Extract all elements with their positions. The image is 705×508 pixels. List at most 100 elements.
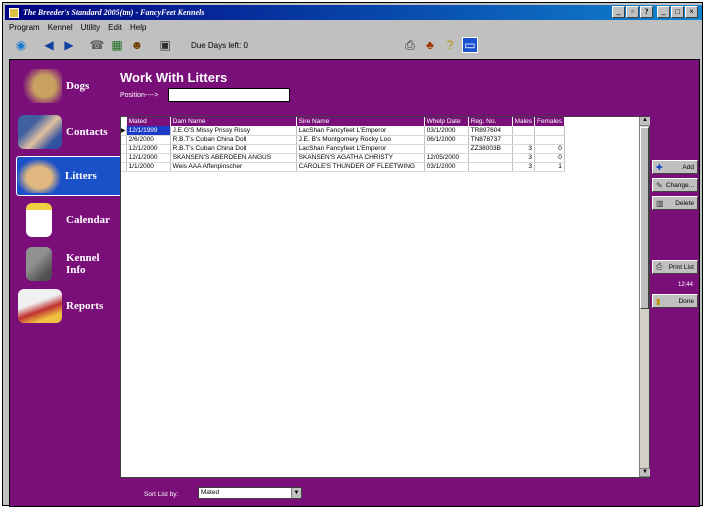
cell-sire-name[interactable]: SKANSEN'S AGATHA CHRISTY [296,153,425,163]
cell-dam-name[interactable]: SKANSEN'S ABERDEEN ANGUS [170,153,297,163]
litters-image-icon [17,159,61,193]
cell-mated[interactable]: 2/6/2000 [126,135,171,145]
add-button[interactable]: ✚ Add [652,160,698,174]
cell-males[interactable]: 3 [512,153,535,163]
calendar-icon[interactable]: ▣ [157,37,173,53]
reports-image-icon [18,289,62,323]
grid-scrollbar[interactable]: ▲ ▼ [639,117,650,477]
menu-kennel[interactable]: Kennel [48,23,73,32]
cell-reg-no[interactable]: TR897604 [468,126,513,136]
sort-select[interactable]: Mated ▼ [198,487,302,499]
cell-females[interactable]: 0 [534,144,565,154]
cell-whelp-date[interactable] [424,144,469,154]
cell-dam-name[interactable]: J.E.G'S Missy Prissy Rissy [170,126,297,136]
print-list-button[interactable]: ⎙ Print List [652,260,698,274]
nav-calendar[interactable]: Calendar [18,200,118,240]
app-window: The Breeder's Standard 2005(tm) - FancyF… [2,2,703,507]
cell-mated[interactable]: 12/1/2000 [126,153,171,163]
table-row[interactable]: ▶ 12/1/1999 J.E.G'S Missy Prissy Rissy L… [121,126,565,136]
cell-males[interactable]: 3 [512,162,535,172]
scroll-up-icon[interactable]: ▲ [640,117,650,126]
globe-icon[interactable]: ◉ [13,37,29,53]
done-button[interactable]: ▮ Done [652,294,698,308]
cell-dam-name[interactable]: Weis AAA Affenpinscher [170,162,297,172]
delete-button[interactable]: ▥ Delete [652,196,698,210]
restore-icon[interactable]: ▫ [626,6,639,18]
help-question-icon[interactable]: ? [442,37,458,53]
column-header-males[interactable]: Males [512,117,535,126]
cell-reg-no[interactable] [468,153,513,163]
table-row[interactable]: 2/6/2000 R.B.T's Cuban China Doll J.E. B… [121,135,565,145]
nav-litters[interactable]: Litters [16,156,122,196]
menu-program[interactable]: Program [9,23,40,32]
window-controls: _ ▫ ? _ □ × [612,6,698,18]
back-icon[interactable]: ◀ [41,37,57,53]
forward-icon[interactable]: ▶ [61,37,77,53]
minimize-child-icon[interactable]: _ [657,6,670,18]
door-icon: ▮ [656,296,661,306]
calendar-image-icon [26,203,52,237]
maximize-icon[interactable]: □ [671,6,684,18]
row-pointer-icon: ▶ [121,126,127,136]
column-header-females[interactable]: Females [534,117,565,126]
menu-edit[interactable]: Edit [108,23,122,32]
cell-females[interactable] [534,135,565,145]
cell-sire-name[interactable]: LacShan Fancyfeet L'Emperor [296,126,425,136]
cell-mated[interactable]: 12/1/1999 [126,126,171,136]
column-header-dam-name[interactable]: Dam Name [170,117,297,126]
cell-sire-name[interactable]: J.E. B's Montgomery Rocky Loo [296,135,425,145]
nav-dogs[interactable]: Dogs [18,66,118,106]
cell-whelp-date[interactable]: 12/05/2000 [424,153,469,163]
cell-mated[interactable]: 1/1/2000 [126,162,171,172]
table-row[interactable]: 1/1/2000 Weis AAA Affenpinscher CAROLE'S… [121,162,565,172]
position-input[interactable] [168,88,290,102]
cell-dam-name[interactable]: R.B.T's Cuban China Doll [170,135,297,145]
chevron-down-icon[interactable]: ▼ [291,488,301,498]
title-bar: The Breeder's Standard 2005(tm) - FancyF… [5,5,702,20]
menu-utility[interactable]: Utility [81,23,101,32]
change-button[interactable]: ✎ Change... [652,178,698,192]
cell-sire-name[interactable]: CAROLE'S THUNDER OF FLEETWING [296,162,425,172]
cell-males[interactable] [512,135,535,145]
cell-reg-no[interactable] [468,162,513,172]
users-icon[interactable]: ☻ [129,37,145,53]
chart-icon[interactable]: ▦ [109,37,125,53]
menu-help[interactable]: Help [130,23,146,32]
cell-whelp-date[interactable]: 06/1/2000 [424,135,469,145]
table-header: Mated Dam Name Sire Name Whelp Date Reg.… [121,117,565,126]
cell-males[interactable] [512,126,535,136]
people-icon[interactable]: ♣ [422,37,438,53]
scroll-down-icon[interactable]: ▼ [640,468,650,477]
cell-reg-no[interactable]: ZZ38003B [468,144,513,154]
nav-reports[interactable]: Reports [18,286,118,326]
column-header-sire-name[interactable]: Sire Name [296,117,425,126]
cell-mated[interactable]: 12/1/2000 [126,144,171,154]
print-icon[interactable]: ⎙ [402,37,418,53]
cell-sire-name[interactable]: LacShan Fancyfeet L'Emperor [296,144,425,154]
sort-label: Sort List by: [144,491,179,498]
cell-females[interactable]: 1 [534,162,565,172]
close-icon[interactable]: × [685,6,698,18]
help-icon[interactable]: ? [640,6,653,18]
column-header-mated[interactable]: Mated [126,117,171,126]
nav-contacts[interactable]: Contacts [18,112,118,152]
minimize-icon[interactable]: _ [612,6,625,18]
scroll-thumb[interactable] [640,127,649,309]
table-row[interactable]: 12/1/2000 R.B.T's Cuban China Doll LacSh… [121,144,565,154]
table-row[interactable]: 12/1/2000 SKANSEN'S ABERDEEN ANGUS SKANS… [121,153,565,163]
window-icon[interactable]: ▭ [461,37,478,53]
kennel-image-icon [26,247,52,281]
cell-females[interactable]: 0 [534,153,565,163]
nav-dogs-label: Dogs [66,80,90,92]
cell-whelp-date[interactable]: 03/1/2000 [424,162,469,172]
done-button-label: Done [678,297,694,305]
cell-reg-no[interactable]: TN878737 [468,135,513,145]
cell-females[interactable] [534,126,565,136]
cell-dam-name[interactable]: R.B.T's Cuban China Doll [170,144,297,154]
phone-icon[interactable]: ☎ [89,37,105,53]
column-header-reg-no[interactable]: Reg. No. [468,117,513,126]
nav-kennel-info[interactable]: Kennel Info [18,244,118,284]
column-header-whelp-date[interactable]: Whelp Date [424,117,469,126]
cell-males[interactable]: 3 [512,144,535,154]
cell-whelp-date[interactable]: 03/1/2000 [424,126,469,136]
